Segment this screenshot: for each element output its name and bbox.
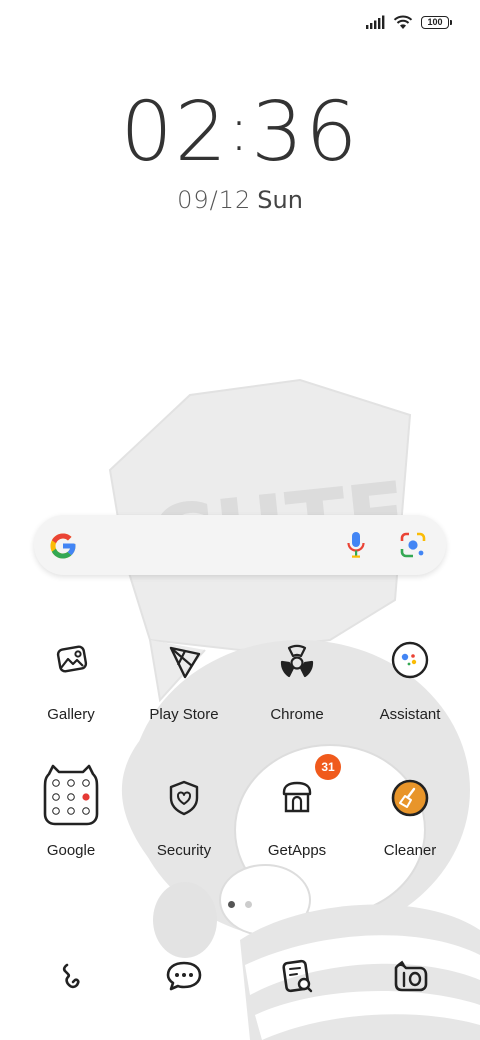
app-label: Play Store <box>149 706 219 723</box>
date-display[interactable]: 09/12 Sun <box>0 186 480 214</box>
google-lens-icon[interactable] <box>400 532 426 558</box>
microphone-icon[interactable] <box>346 531 366 559</box>
app-cleaner[interactable]: Cleaner <box>354 768 466 859</box>
app-label: Google <box>46 842 96 859</box>
dock-messages[interactable] <box>154 946 214 1006</box>
chrome-icon <box>280 644 314 678</box>
app-label: Gallery <box>47 706 95 723</box>
google-search-bar[interactable] <box>34 515 446 575</box>
security-shield-icon <box>169 780 199 816</box>
app-assistant[interactable]: Assistant <box>354 632 466 723</box>
page-indicator <box>0 901 480 908</box>
page-dot-active <box>228 901 235 908</box>
cleaner-broom-icon <box>391 779 429 817</box>
status-bar: 100 <box>365 14 452 30</box>
battery-tip <box>450 19 452 25</box>
gallery-icon <box>56 645 88 673</box>
app-getapps[interactable]: 31 GetApps <box>241 754 353 859</box>
app-label: Security <box>156 842 212 859</box>
clock-widget[interactable]: 02:36 <box>0 92 480 174</box>
notes-icon <box>282 959 313 993</box>
app-label: Chrome <box>270 706 324 723</box>
page-dot <box>245 901 252 908</box>
dock-camera[interactable] <box>380 946 440 1006</box>
date-text: 09/12 <box>177 186 252 214</box>
clock-separator: : <box>228 95 252 165</box>
camera-icon <box>394 960 428 992</box>
app-security[interactable]: Security <box>128 768 240 859</box>
phone-icon <box>62 963 80 989</box>
battery-level: 100 <box>421 15 449 29</box>
assistant-icon <box>391 641 429 679</box>
dock-phone[interactable] <box>41 946 101 1006</box>
wifi-icon <box>393 15 413 29</box>
app-chrome[interactable]: Chrome <box>241 632 353 723</box>
signal-bars-icon <box>366 15 385 29</box>
google-g-icon <box>50 533 76 559</box>
app-play-store[interactable]: Play Store <box>128 632 240 723</box>
app-google-folder[interactable]: Google <box>15 764 127 859</box>
app-label: Cleaner <box>383 842 437 859</box>
messages-icon <box>166 961 202 991</box>
app-gallery[interactable]: Gallery <box>15 632 127 723</box>
notification-badge: 31 <box>315 754 341 780</box>
battery-indicator: 100 <box>421 15 452 29</box>
day-text: Sun <box>257 186 303 214</box>
play-store-icon <box>169 646 201 679</box>
google-folder-icon <box>43 764 99 826</box>
getapps-icon <box>282 781 312 813</box>
dock-notes[interactable] <box>267 946 327 1006</box>
clock-minutes: 36 <box>251 85 360 180</box>
app-label: GetApps <box>267 842 327 859</box>
app-label: Assistant <box>379 706 441 723</box>
clock-hours: 02 <box>120 85 229 180</box>
